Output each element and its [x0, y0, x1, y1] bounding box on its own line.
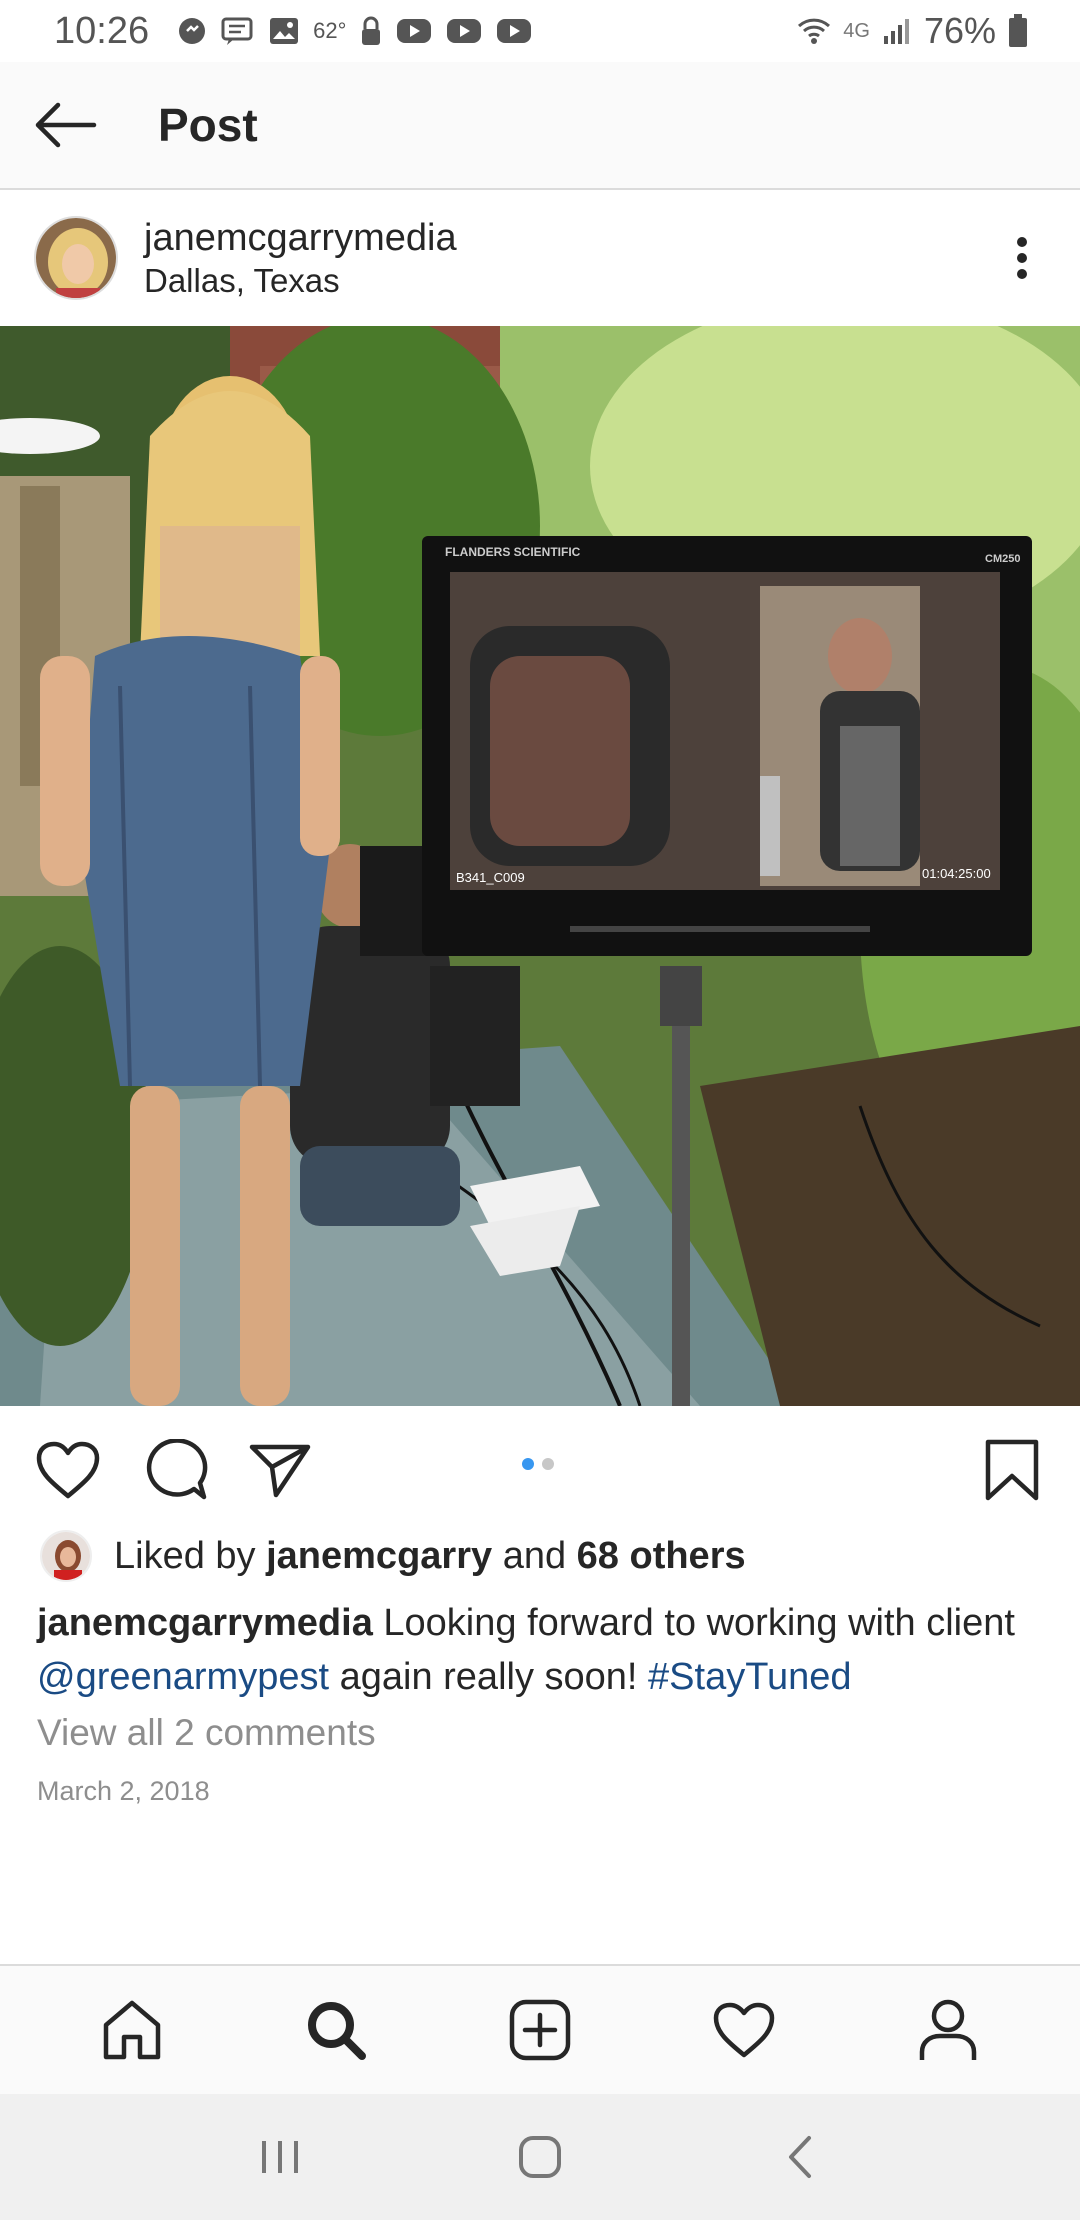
send-icon [249, 1444, 311, 1498]
carousel-dot [522, 1458, 534, 1470]
recent-apps-icon [262, 2141, 298, 2173]
liker-avatar [40, 1530, 92, 1582]
page-title: Post [158, 99, 258, 151]
recent-apps-button[interactable] [235, 2112, 325, 2202]
signal-icon [882, 16, 912, 46]
message-notification-icon [221, 16, 255, 46]
battery-percent: 76% [923, 10, 996, 51]
home-system-button[interactable] [495, 2112, 585, 2202]
lock-notification-icon [360, 16, 382, 46]
caption-text-after: again really soon! [339, 1656, 638, 1698]
post-caption: janemcgarrymedia Looking forward to work… [37, 1596, 1047, 1704]
bookmark-icon [985, 1439, 1039, 1501]
monitor-brand: FLANDERS SCIENTIFIC [445, 545, 581, 559]
chevron-left-icon [789, 2136, 811, 2178]
profile-icon [919, 1999, 977, 2060]
network-type: 4G [843, 19, 870, 42]
arrow-left-icon [35, 102, 97, 148]
nav-search-button[interactable] [291, 1985, 381, 2075]
status-time: 10:26 [54, 9, 150, 52]
liker-username[interactable]: janemcgarry [266, 1535, 492, 1578]
status-bar: 10:26 62° 4G 76% [0, 0, 1080, 62]
likes-others-count[interactable]: 68 others [577, 1535, 746, 1578]
search-icon [308, 2002, 366, 2060]
more-vertical-icon [1017, 237, 1027, 279]
monitor-model: CM250 [985, 553, 1020, 565]
home-icon [103, 2000, 161, 2060]
gallery-notification-icon [269, 17, 299, 45]
more-options-button[interactable] [994, 230, 1050, 286]
bottom-navigation [0, 1964, 1080, 2094]
system-navigation-bar [0, 2094, 1080, 2220]
youtube-notification-icon [396, 18, 432, 44]
post-header: janemcgarrymedia Dallas, Texas [0, 190, 1080, 326]
home-square-icon [519, 2136, 561, 2178]
comment-button[interactable] [140, 1434, 212, 1506]
nav-home-button[interactable] [87, 1985, 177, 2075]
author-username[interactable]: janemcgarrymedia [144, 215, 457, 261]
activity-heart-icon [713, 2002, 775, 2058]
caption-text-before: Looking forward to working with client [383, 1602, 1015, 1644]
back-system-button[interactable] [755, 2112, 845, 2202]
weather-temperature: 62° [313, 18, 347, 43]
carousel-indicator [522, 1458, 554, 1470]
nav-new-post-button[interactable] [495, 1985, 585, 2075]
caption-mention[interactable]: @greenarmypest [37, 1656, 329, 1698]
youtube-notification-icon [446, 18, 482, 44]
share-button[interactable] [244, 1434, 316, 1506]
monitor-clip-id: B341_C009 [456, 870, 525, 885]
likes-connector: and [502, 1534, 567, 1577]
save-button[interactable] [976, 1434, 1048, 1506]
back-button[interactable] [0, 61, 130, 189]
app-header: Post [0, 62, 1080, 190]
nav-activity-button[interactable] [699, 1985, 789, 2075]
caption-username[interactable]: janemcgarrymedia [37, 1602, 373, 1644]
battery-icon [1008, 14, 1028, 48]
heart-icon [36, 1441, 100, 1499]
author-avatar[interactable] [34, 216, 118, 300]
monitor-timecode: 01:04:25:00 [922, 866, 991, 881]
view-comments-link[interactable]: View all 2 comments [37, 1712, 376, 1754]
nav-profile-button[interactable] [903, 1985, 993, 2075]
wifi-icon [797, 14, 831, 48]
like-button[interactable] [32, 1434, 104, 1506]
post-photo[interactable]: FLANDERS SCIENTIFIC CM250 B341_C009 01:0… [0, 326, 1080, 1406]
likes-prefix: Liked by [114, 1534, 256, 1577]
carousel-dot [542, 1458, 554, 1470]
likes-row[interactable]: Liked by janemcgarry and 68 others [40, 1528, 746, 1584]
messenger-notification-icon [177, 16, 207, 46]
post-location[interactable]: Dallas, Texas [144, 261, 457, 301]
youtube-notification-icon [496, 18, 532, 44]
caption-hashtag[interactable]: #StayTuned [648, 1656, 852, 1698]
comment-icon [146, 1439, 208, 1500]
add-post-icon [509, 1999, 571, 2061]
post-date: March 2, 2018 [37, 1776, 210, 1806]
